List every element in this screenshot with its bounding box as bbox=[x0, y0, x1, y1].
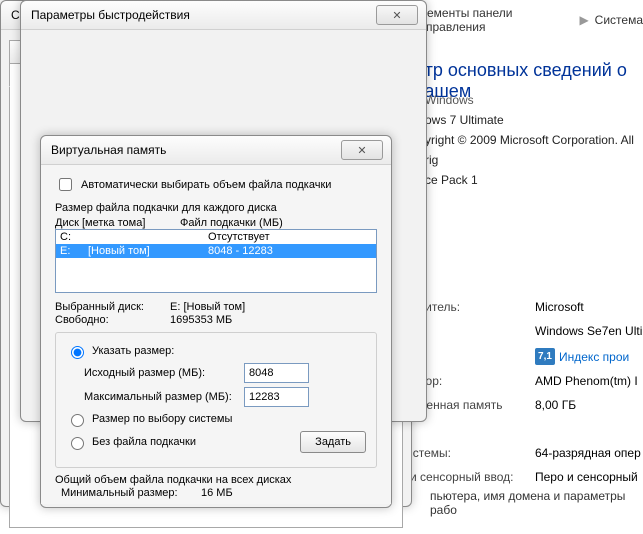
radio-input[interactable] bbox=[71, 414, 84, 427]
virtual-memory-dialog: Виртуальная память ✕ Автоматически выбир… bbox=[40, 135, 392, 508]
system-info-table: зводитель:Microsoft ель:Windows Se7en Ul… bbox=[400, 295, 642, 489]
radio-label: Размер по выбору системы bbox=[92, 413, 232, 425]
radio-no-pagefile[interactable]: Без файла подкачки bbox=[66, 434, 196, 450]
size-group: Указать размер: Исходный размер (МБ): Ма… bbox=[55, 332, 377, 468]
free-space-value: 1695353 МБ bbox=[170, 314, 232, 326]
wei-link[interactable]: 7,1Индекс прои bbox=[535, 345, 629, 369]
max-size-label: Максимальный размер (МБ): bbox=[84, 391, 244, 403]
initial-size-label: Исходный размер (МБ): bbox=[84, 367, 244, 379]
radio-input[interactable] bbox=[71, 437, 84, 450]
total-section-label: Общий объем файла подкачки на всех диска… bbox=[55, 474, 377, 486]
disk-list[interactable]: C:Отсутствует E:[Новый том]8048 - 12283 bbox=[55, 229, 377, 293]
radio-label: Без файла подкачки bbox=[92, 436, 196, 448]
close-button[interactable]: ✕ bbox=[341, 140, 383, 160]
section-label: Размер файла подкачки для каждого диска bbox=[55, 202, 377, 214]
disk-row[interactable]: E:[Новый том]8048 - 12283 bbox=[56, 244, 376, 258]
checkbox-input[interactable] bbox=[59, 178, 72, 191]
auto-manage-checkbox[interactable]: Автоматически выбирать объем файла подка… bbox=[55, 175, 377, 194]
breadcrumb: лементы панели управления ▶ Система bbox=[420, 7, 643, 33]
close-icon: ✕ bbox=[392, 9, 401, 22]
close-button[interactable]: ✕ bbox=[376, 5, 418, 25]
chevron-right-icon: ▶ bbox=[579, 13, 588, 27]
wei-badge: 7,1 bbox=[535, 348, 555, 365]
radio-custom-size[interactable]: Указать размер: bbox=[66, 343, 366, 359]
section-footer: пьютера, имя домена и параметры рабо bbox=[430, 489, 643, 517]
disk-list-header: Диск [метка тома]Файл подкачки (МБ) bbox=[55, 217, 377, 229]
breadcrumb-item[interactable]: Система bbox=[595, 13, 643, 27]
checkbox-label: Автоматически выбирать объем файла подка… bbox=[81, 179, 331, 191]
disk-row[interactable]: C:Отсутствует bbox=[56, 230, 376, 244]
dialog-title: Параметры быстродействия bbox=[31, 8, 190, 22]
free-space-label: Свободно: bbox=[55, 314, 170, 326]
selected-drive-label: Выбранный диск: bbox=[55, 301, 170, 313]
radio-label: Указать размер: bbox=[92, 345, 174, 357]
initial-size-input[interactable] bbox=[244, 363, 309, 383]
min-allowed-value: 16 МБ bbox=[201, 487, 233, 499]
max-size-input[interactable] bbox=[244, 387, 309, 407]
radio-input[interactable] bbox=[71, 346, 84, 359]
set-button[interactable]: Задать bbox=[300, 431, 366, 453]
min-allowed-label: Минимальный размер: bbox=[61, 487, 201, 499]
breadcrumb-item[interactable]: лементы панели управления bbox=[420, 6, 573, 34]
radio-system-managed[interactable]: Размер по выбору системы bbox=[66, 411, 366, 427]
close-icon: ✕ bbox=[357, 144, 366, 157]
selected-drive-value: E: [Новый том] bbox=[170, 301, 245, 313]
dialog-title: Виртуальная память bbox=[51, 143, 166, 157]
windows-edition-block: Windows ows 7 Ultimate yright © 2009 Mic… bbox=[425, 90, 643, 190]
